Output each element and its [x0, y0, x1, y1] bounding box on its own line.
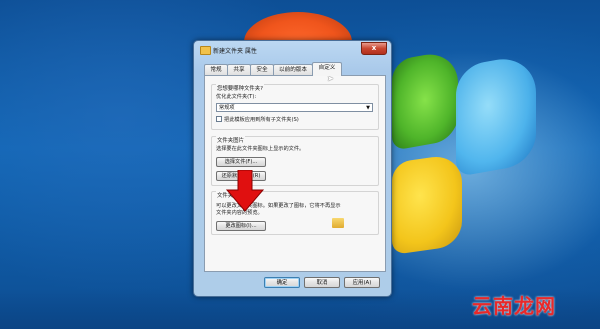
optimize-label: 优化此文件夹(T):	[216, 94, 257, 100]
apply-subfolders-checkbox[interactable]	[216, 116, 222, 122]
ok-button[interactable]: 确定	[264, 277, 300, 288]
window-title: 新建文件夹 属性	[213, 48, 257, 55]
optimize-group: 您想要哪种文件夹? 优化此文件夹(T): 常规项 ▼ 把此模板应用到所有子文件夹…	[211, 84, 379, 130]
site-watermark: 云南龙网	[472, 294, 556, 318]
folder-icon	[332, 218, 344, 228]
close-button[interactable]: x	[361, 42, 387, 55]
apply-subfolders-label: 把此模板应用到所有子文件夹(S)	[224, 117, 299, 123]
optimize-group-title: 您想要哪种文件夹?	[216, 84, 264, 92]
close-icon: x	[371, 44, 377, 52]
windows-logo-blue	[456, 52, 536, 178]
cancel-button[interactable]: 取消	[304, 277, 340, 288]
title-bar[interactable]: 新建文件夹 属性 x	[194, 41, 391, 59]
tab-previous-versions[interactable]: 以前的版本	[273, 64, 313, 75]
windows-logo-green	[392, 49, 458, 151]
tab-general[interactable]: 常规	[204, 64, 228, 75]
tab-strip: 常规 共享 安全 以前的版本 自定义	[204, 62, 384, 76]
change-icon-button[interactable]: 更改图标(I)...	[216, 221, 266, 231]
optimize-select[interactable]: 常规项 ▼	[216, 103, 373, 112]
windows-logo-yellow	[392, 153, 462, 255]
choose-file-button[interactable]: 选择文件(F)...	[216, 157, 266, 167]
folder-pictures-description: 选择要在此文件夹图标上显示的文件。	[216, 146, 305, 152]
red-down-arrow-icon	[225, 170, 265, 212]
dropdown-arrow-icon: ▼	[366, 105, 370, 111]
tab-customize[interactable]: 自定义	[312, 62, 342, 76]
apply-button[interactable]: 应用(A)	[344, 277, 380, 288]
tab-sharing[interactable]: 共享	[227, 64, 251, 75]
optimize-selected-value: 常规项	[219, 105, 235, 111]
folder-pictures-title: 文件夹图片	[216, 136, 245, 144]
folder-icon	[200, 46, 211, 55]
tab-security[interactable]: 安全	[250, 64, 274, 75]
folder-properties-window: 新建文件夹 属性 x 常规 共享 安全 以前的版本 自定义 您想要哪种文件夹? …	[193, 40, 392, 297]
